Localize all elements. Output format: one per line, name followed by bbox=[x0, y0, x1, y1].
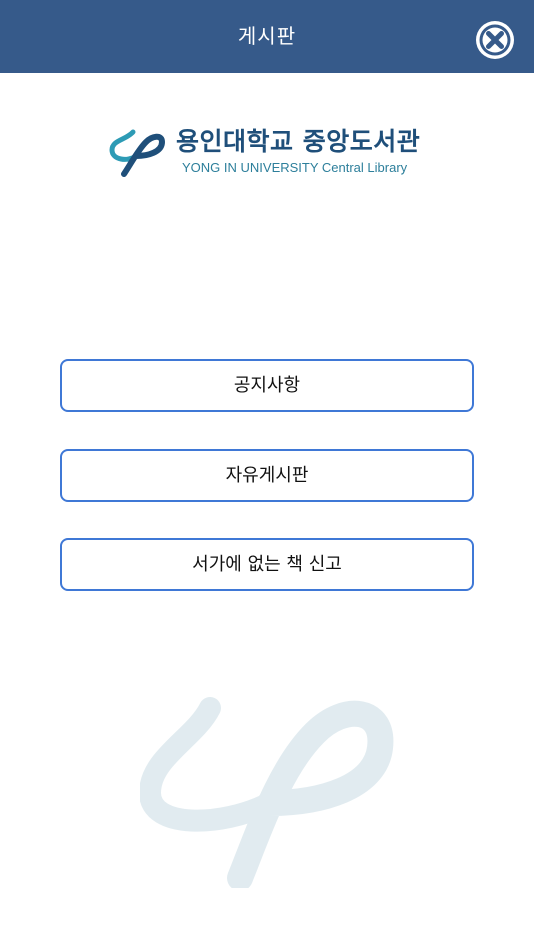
header-bar: 게시판 bbox=[0, 0, 534, 73]
missing-book-report-button-label: 서가에 없는 책 신고 bbox=[192, 554, 342, 575]
page-title: 게시판 bbox=[237, 24, 297, 48]
close-button[interactable] bbox=[474, 19, 516, 61]
board-screen: 게시판 용인대학교 중앙도서관 YONG IN UNIVERSITY Centr… bbox=[0, 0, 534, 950]
library-name-english: YONG IN UNIVERSITY Central Library bbox=[182, 160, 408, 175]
notice-button-label: 공지사항 bbox=[233, 375, 301, 396]
free-board-button-label: 자유게시판 bbox=[225, 465, 309, 486]
free-board-button[interactable]: 자유게시판 bbox=[60, 449, 474, 502]
notice-button[interactable]: 공지사항 bbox=[60, 359, 474, 412]
close-circle-icon bbox=[476, 21, 514, 59]
ribbon-watermark-icon bbox=[140, 697, 394, 888]
missing-book-report-button[interactable]: 서가에 없는 책 신고 bbox=[60, 538, 474, 591]
ribbon-logo-icon bbox=[109, 129, 166, 177]
library-logo: 용인대학교 중앙도서관 YONG IN UNIVERSITY Central L… bbox=[106, 126, 421, 182]
library-name-korean: 용인대학교 중앙도서관 bbox=[176, 127, 421, 156]
